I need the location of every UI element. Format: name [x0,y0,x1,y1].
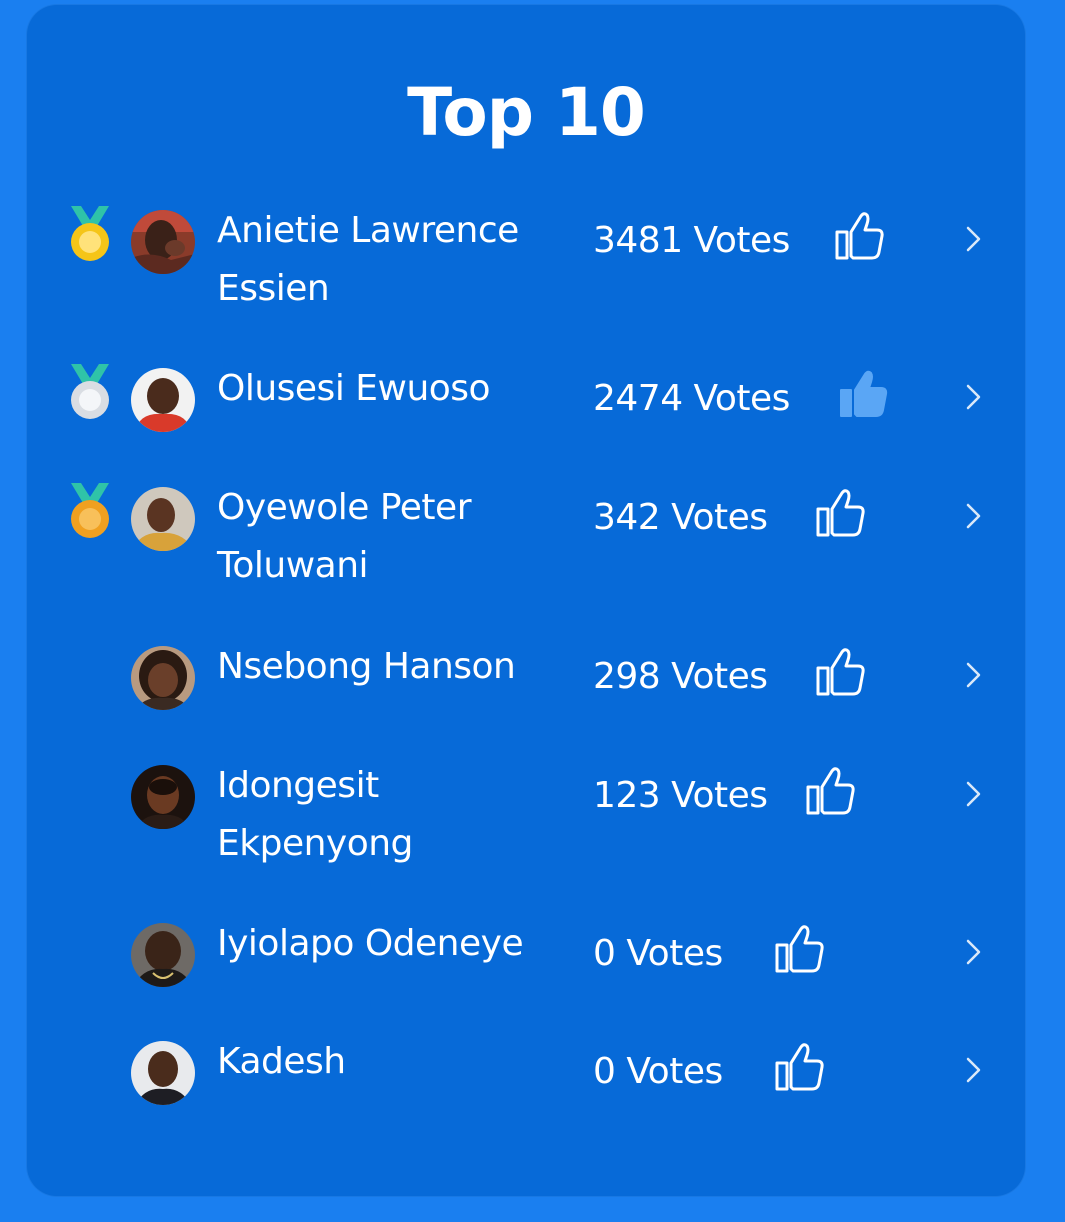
thumbs-up-icon[interactable] [814,646,868,698]
chevron-right-icon[interactable] [961,660,985,690]
contestant-name: Olusesi Ewuoso [217,368,491,409]
chevron-right-icon[interactable] [961,1055,985,1085]
card-title: Top 10 [407,74,646,151]
contestant-name: Anietie Lawrence Essien [217,210,519,309]
avatar [131,368,195,432]
chevron-right-icon[interactable] [961,501,985,531]
leaderboard-row[interactable]: Nsebong Hanson 298 Votes [27,646,1025,710]
contestant-name: Idongesit Ekpenyong [217,765,413,864]
leaderboard-row[interactable]: Idongesit Ekpenyong 123 Votes [27,765,1025,864]
chevron-right-icon[interactable] [961,937,985,967]
avatar [131,646,195,710]
contestant-name: Kadesh [217,1041,346,1082]
leaderboard-row[interactable]: Iyiolapo Odeneye 0 Votes [27,923,1025,987]
vote-count: 342 Votes [593,497,768,538]
contestant-name: Nsebong Hanson [217,646,516,687]
silver-medal-icon [71,364,109,419]
chevron-right-icon[interactable] [961,382,985,412]
leaderboard-row[interactable]: Anietie Lawrence Essien 3481 Votes [27,206,1025,309]
thumbs-up-icon[interactable] [814,487,868,539]
leaderboard-row[interactable]: Oyewole Peter Toluwani 342 Votes [27,483,1025,586]
avatar [131,765,195,829]
avatar [131,210,195,274]
thumbs-up-icon[interactable] [833,210,887,262]
avatar [131,1041,195,1105]
gold-medal-icon [71,206,109,261]
vote-count: 0 Votes [593,1051,723,1092]
contestant-name: Iyiolapo Odeneye [217,923,524,964]
chevron-right-icon[interactable] [961,224,985,254]
chevron-right-icon[interactable] [961,779,985,809]
avatar [131,487,195,551]
vote-count: 298 Votes [593,656,768,697]
vote-count: 123 Votes [593,775,768,816]
thumbs-up-icon[interactable] [804,765,858,817]
vote-count: 3481 Votes [593,220,790,261]
contestant-name: Oyewole Peter Toluwani [217,487,472,586]
thumbs-up-icon[interactable] [773,1041,827,1093]
thumbs-up-filled-icon[interactable] [837,368,891,420]
leaderboard-row[interactable]: Olusesi Ewuoso 2474 Votes [27,364,1025,432]
leaderboard-row[interactable]: Kadesh 0 Votes [27,1041,1025,1105]
vote-count: 2474 Votes [593,378,790,419]
thumbs-up-icon[interactable] [773,923,827,975]
top-10-card: Top 10 Anietie Lawrence Essien 3481 Vote… [27,5,1025,1196]
bronze-medal-icon [71,483,109,538]
avatar [131,923,195,987]
vote-count: 0 Votes [593,933,723,974]
